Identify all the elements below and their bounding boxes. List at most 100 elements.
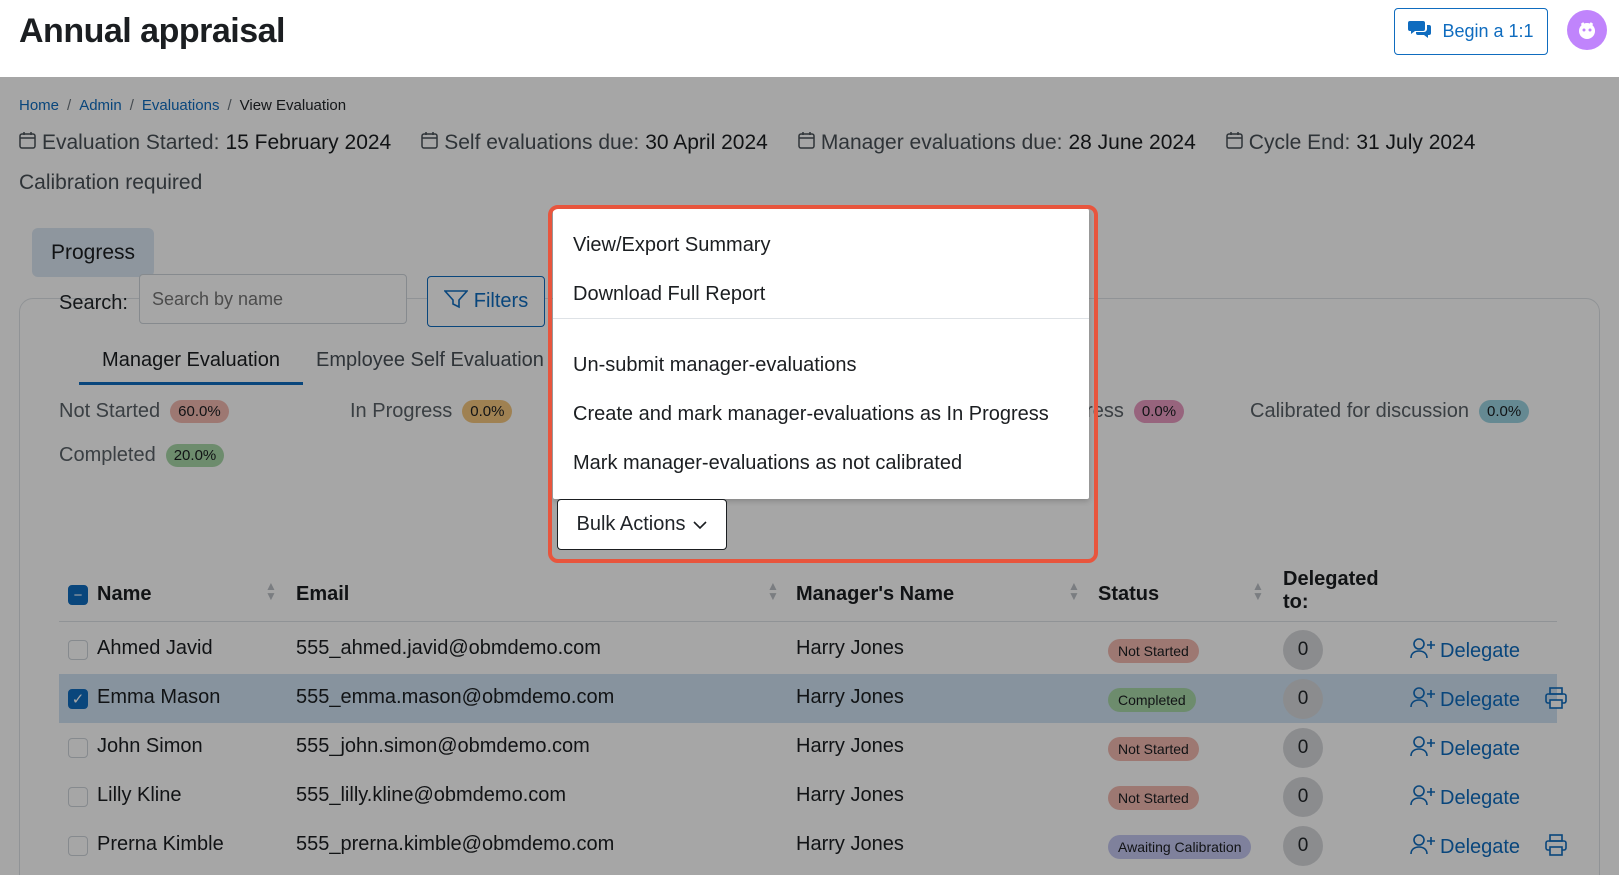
- column-header-status[interactable]: Status: [1098, 583, 1159, 606]
- calendar-icon: [19, 131, 36, 155]
- stat-label: In Progress: [350, 400, 453, 422]
- chevron-down-icon: [693, 513, 708, 536]
- table-row[interactable]: John Simon 555_john.simon@obmdemo.com Ha…: [59, 723, 1557, 772]
- row-name: Lilly Kline: [97, 784, 182, 806]
- add-person-icon: [1410, 686, 1436, 714]
- row-email: 555_prerna.kimble@obmdemo.com: [296, 833, 615, 855]
- delegate-link[interactable]: Delegate: [1410, 637, 1520, 665]
- table-row[interactable]: Lilly Kline 555_lilly.kline@obmdemo.com …: [59, 772, 1557, 821]
- top-bar: Annual appraisal Begin a 1:1: [0, 0, 1619, 77]
- stat-badge: 0.0%: [462, 400, 513, 423]
- breadcrumb-separator: /: [67, 97, 72, 114]
- row-checkbox[interactable]: [68, 738, 88, 758]
- delegate-link[interactable]: Delegate: [1410, 686, 1520, 714]
- sort-status-icon[interactable]: ▲ ▼: [1252, 580, 1264, 602]
- breadcrumb-current: View Evaluation: [239, 97, 347, 114]
- delegate-link[interactable]: Delegate: [1410, 735, 1520, 763]
- row-name: Prerna Kimble: [97, 833, 224, 855]
- column-header-email[interactable]: Email: [296, 583, 349, 606]
- printer-icon[interactable]: [1545, 834, 1567, 861]
- bulk-actions-button[interactable]: Bulk Actions: [557, 499, 727, 550]
- stat-label: Completed: [59, 444, 156, 466]
- row-manager: Harry Jones: [796, 637, 904, 659]
- row-email: 555_ahmed.javid@obmdemo.com: [296, 637, 601, 659]
- status-badge: Not Started: [1108, 737, 1199, 761]
- date-value: 30 April 2024: [645, 131, 768, 154]
- add-person-icon: [1410, 784, 1436, 812]
- table-row[interactable]: Ahmed Javid 555_ahmed.javid@obmdemo.com …: [59, 625, 1557, 674]
- sort-email-icon[interactable]: ▲ ▼: [767, 580, 779, 602]
- delegated-count: 0: [1283, 630, 1323, 670]
- progress-button[interactable]: Progress: [32, 228, 154, 277]
- stat-in-progress: In Progress 0.0%: [350, 400, 513, 423]
- column-header-manager[interactable]: Manager's Name: [796, 583, 954, 606]
- calendar-icon: [798, 131, 815, 155]
- row-checkbox[interactable]: ✓: [68, 689, 88, 709]
- stat-label: Not Started: [59, 400, 161, 422]
- stat-calibrated: Calibrated for discussion 0.0%: [1250, 400, 1530, 423]
- delegated-line-1: Delegated: [1283, 568, 1379, 590]
- breadcrumb-evaluations[interactable]: Evaluations: [142, 97, 220, 114]
- add-person-icon: [1410, 735, 1436, 763]
- delegated-count: 0: [1283, 777, 1323, 817]
- delegate-label: Delegate: [1440, 737, 1521, 760]
- select-all-checkbox[interactable]: −: [68, 585, 88, 605]
- row-manager: Harry Jones: [796, 833, 904, 855]
- breadcrumb-home[interactable]: Home: [19, 97, 59, 114]
- status-badge: Not Started: [1108, 786, 1199, 810]
- stat-badge: 0.0%: [1133, 400, 1185, 423]
- date-self-evaluations-due: Self evaluations due: 30 April 2024: [421, 131, 768, 155]
- date-value: 15 February 2024: [225, 131, 392, 154]
- date-label: Manager evaluations due:: [820, 131, 1063, 154]
- column-header-delegated: Delegated to:: [1283, 568, 1379, 614]
- tab-employee-self-evaluation[interactable]: Employee Self Evaluation: [316, 349, 544, 372]
- status-badge: Not Started: [1108, 639, 1199, 663]
- avatar[interactable]: [1567, 10, 1607, 50]
- row-checkbox[interactable]: [68, 787, 88, 807]
- filters-button[interactable]: Filters: [427, 276, 545, 327]
- stat-not-started: Not Started 60.0%: [59, 400, 229, 423]
- table-row[interactable]: ✓ Emma Mason 555_emma.mason@obmdemo.com …: [59, 674, 1567, 723]
- breadcrumb-admin[interactable]: Admin: [79, 97, 122, 114]
- chat-bubbles-icon: [1408, 19, 1432, 44]
- add-person-icon: [1410, 833, 1436, 861]
- search-input[interactable]: [139, 274, 407, 324]
- breadcrumb-separator: /: [227, 97, 232, 114]
- filters-label: Filters: [473, 290, 529, 312]
- date-label: Evaluation Started:: [42, 131, 220, 154]
- bulk-actions-label: Bulk Actions: [576, 513, 686, 535]
- row-email: 555_john.simon@obmdemo.com: [296, 735, 590, 757]
- column-header-name[interactable]: Name: [97, 583, 151, 606]
- date-value: 31 July 2024: [1356, 131, 1476, 154]
- delegate-label: Delegate: [1440, 835, 1521, 858]
- delegate-link[interactable]: Delegate: [1410, 833, 1520, 861]
- delegated-line-2: to:: [1283, 591, 1309, 613]
- row-manager: Harry Jones: [796, 735, 904, 757]
- sort-name-icon[interactable]: ▲ ▼: [265, 580, 277, 602]
- row-checkbox[interactable]: [68, 836, 88, 856]
- status-badge: Awaiting Calibration: [1108, 835, 1252, 859]
- delegated-count: 0: [1283, 679, 1323, 719]
- begin-one-on-one-button[interactable]: Begin a 1:1: [1394, 8, 1548, 55]
- delegate-label: Delegate: [1440, 786, 1521, 809]
- evaluation-dates: Evaluation Started: 15 February 2024 Sel…: [19, 131, 1475, 155]
- date-value: 28 June 2024: [1068, 131, 1196, 154]
- breadcrumb: Home / Admin / Evaluations / View Evalua…: [19, 97, 346, 114]
- status-badge: Completed: [1108, 688, 1196, 712]
- sort-manager-icon[interactable]: ▲ ▼: [1068, 580, 1080, 602]
- table-row[interactable]: Prerna Kimble 555_prerna.kimble@obmdemo.…: [59, 821, 1567, 870]
- delegate-label: Delegate: [1440, 688, 1521, 711]
- delegate-label: Delegate: [1440, 639, 1521, 662]
- begin-one-on-one-label: Begin a 1:1: [1442, 21, 1534, 41]
- date-label: Self evaluations due:: [444, 131, 640, 154]
- calibration-required-note: Calibration required: [19, 171, 203, 194]
- row-checkbox[interactable]: [68, 640, 88, 660]
- funnel-icon: [442, 289, 469, 315]
- stat-badge: 0.0%: [1479, 400, 1530, 423]
- calendar-icon: [421, 131, 438, 155]
- stat-badge: 20.0%: [165, 444, 225, 467]
- printer-icon[interactable]: [1545, 687, 1567, 714]
- delegate-link[interactable]: Delegate: [1410, 784, 1520, 812]
- tab-manager-evaluation[interactable]: Manager Evaluation: [79, 349, 303, 385]
- search-label: Search:: [59, 292, 128, 314]
